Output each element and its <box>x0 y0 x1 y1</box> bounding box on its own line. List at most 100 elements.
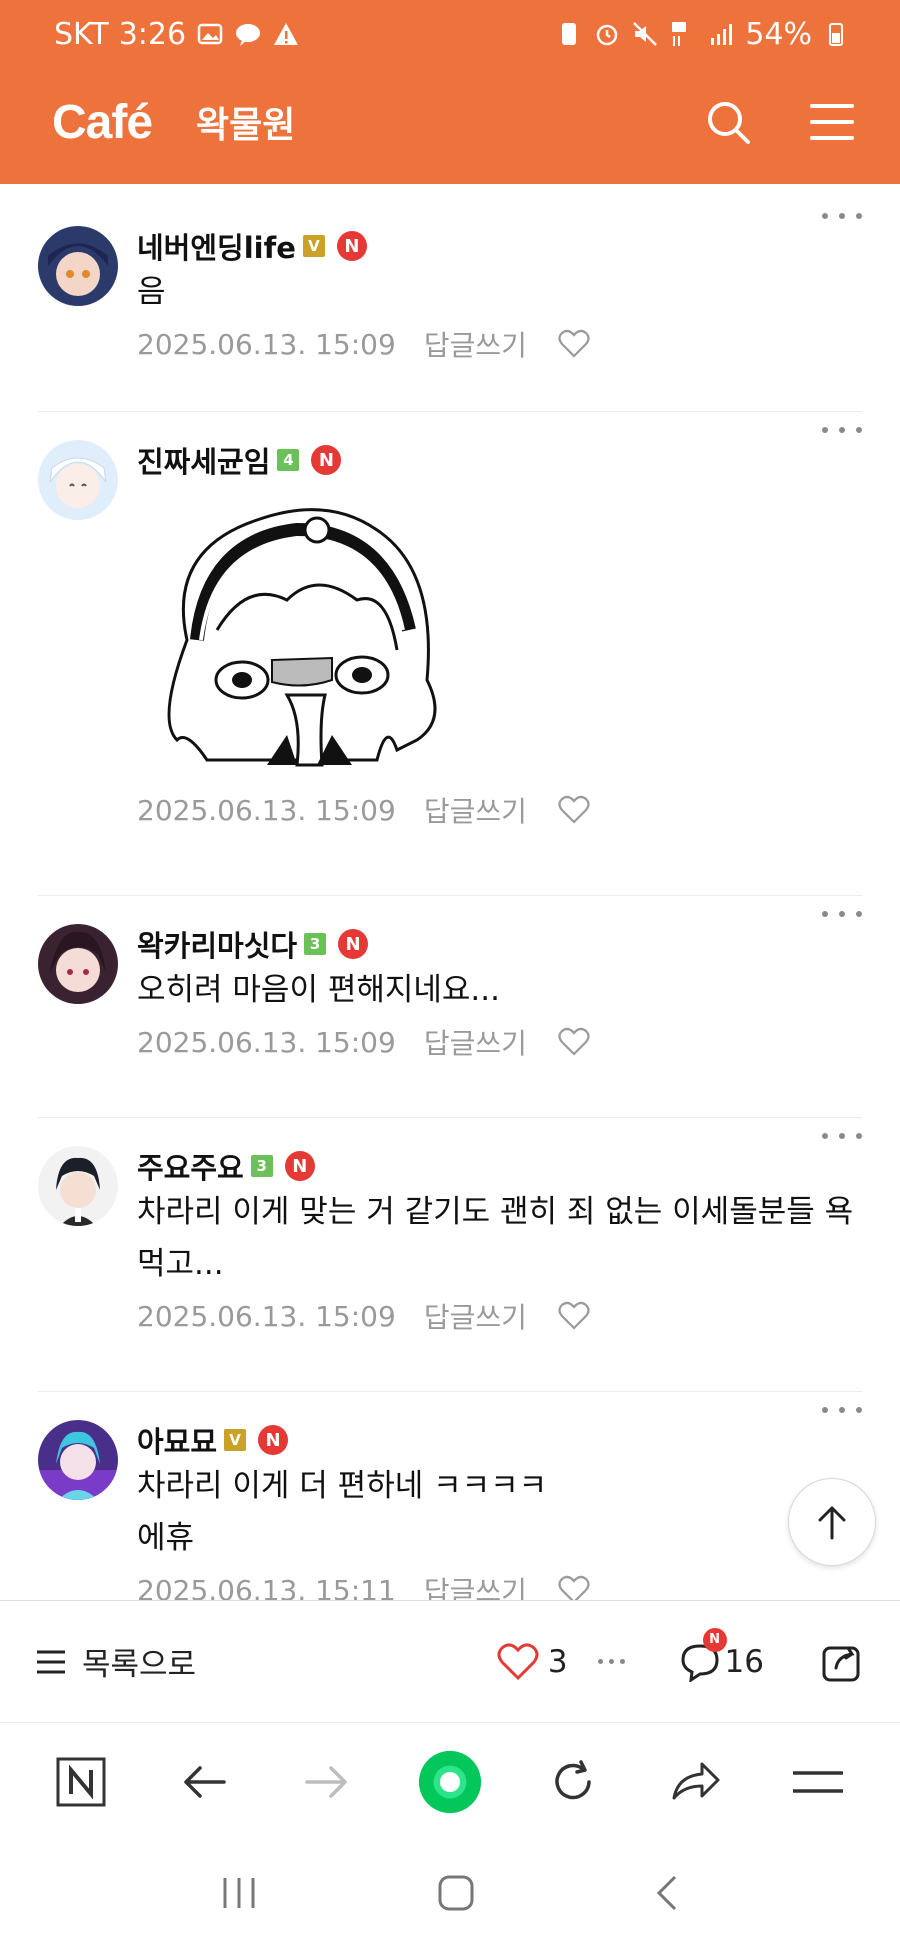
share-button[interactable] <box>820 1640 864 1684</box>
nickname[interactable]: 진짜세균임 <box>137 439 270 481</box>
status-bar: SKT 3:26 54% <box>54 14 850 54</box>
green-dot-button[interactable] <box>418 1750 482 1814</box>
naver-n-icon <box>56 1757 106 1806</box>
back-to-list-button[interactable]: 목록으로 <box>36 1639 196 1684</box>
reply-button[interactable]: 답글쓰기 <box>424 1296 527 1336</box>
comment-count: 16 <box>724 1643 764 1680</box>
gallery-icon <box>197 23 223 45</box>
forward-button[interactable] <box>295 1750 359 1814</box>
like-count: 3 <box>547 1643 568 1680</box>
heart-icon[interactable] <box>557 327 591 361</box>
article-action-bar: 목록으로 3 N 16 <box>0 1600 900 1722</box>
like-button[interactable]: 3 <box>496 1642 568 1682</box>
sticker-image[interactable] <box>147 490 467 780</box>
alarm-icon <box>597 24 618 46</box>
battery-percent: 54% <box>745 16 812 52</box>
avatar[interactable] <box>38 1420 118 1500</box>
nickname[interactable]: 네버엔딩life <box>137 225 296 267</box>
back-button[interactable] <box>172 1750 236 1814</box>
comment-date: 2025.06.13. 15:09 <box>137 327 396 361</box>
menu-lines-icon <box>793 1770 844 1793</box>
back-to-list-label: 목록으로 <box>82 1647 197 1683</box>
browser-toolbar <box>0 1722 900 1840</box>
comment-date: 2025.06.13. 15:11 <box>137 1573 396 1601</box>
carrier: SKT <box>54 16 109 52</box>
share-page-button[interactable] <box>664 1750 728 1814</box>
new-badge: N <box>336 231 367 261</box>
battery-saver-icon <box>562 23 577 45</box>
search-button[interactable] <box>700 94 756 150</box>
heart-icon[interactable] <box>557 1299 591 1333</box>
comment-text: 음 <box>137 274 166 310</box>
level-badge: 3 <box>304 933 327 955</box>
arrow-up-icon <box>818 1506 846 1540</box>
new-badge: N <box>338 929 369 959</box>
system-navigation-bar <box>0 1840 900 1950</box>
more-options-button[interactable] <box>822 1400 862 1420</box>
hamburger-icon <box>810 104 854 140</box>
new-badge: N <box>284 1151 315 1181</box>
comment-text-line-2: 에휴 <box>137 1520 195 1556</box>
reply-button[interactable]: 답글쓰기 <box>424 1570 527 1600</box>
new-comment-badge: N <box>702 1627 727 1652</box>
comment-item: 네버엔딩life V N 음 2025.06.13. 15:09 답글쓰기 <box>38 184 862 412</box>
avatar[interactable] <box>38 440 118 520</box>
comment-item: 아묘묘 V N 차라리 이게 더 편하네 ㅋㅋㅋㅋ 에휴 2025.06.13.… <box>38 1392 862 1600</box>
comment-date: 2025.06.13. 15:09 <box>137 793 396 827</box>
more-options-button[interactable] <box>822 1126 862 1146</box>
level-badge: V <box>302 235 325 257</box>
recent-apps-icon <box>223 1878 255 1908</box>
refresh-button[interactable] <box>541 1750 605 1814</box>
reply-button[interactable]: 답글쓰기 <box>424 324 527 364</box>
search-icon <box>708 102 750 144</box>
heart-icon <box>497 1643 539 1680</box>
new-badge: N <box>311 445 342 475</box>
heart-icon[interactable] <box>557 1025 591 1059</box>
arrow-right-icon <box>305 1765 347 1798</box>
naver-home-button[interactable] <box>49 1750 113 1814</box>
heart-icon[interactable] <box>557 793 591 827</box>
avatar[interactable] <box>38 1146 118 1226</box>
comment-date: 2025.06.13. 15:09 <box>137 1025 396 1059</box>
nickname[interactable]: 아묘묘 <box>137 1419 217 1461</box>
more-options-button[interactable] <box>822 420 862 440</box>
cafe-name[interactable]: 왁물원 <box>196 96 295 148</box>
home-button[interactable] <box>436 1873 476 1917</box>
nickname[interactable]: 왁카리마싯다 <box>137 923 297 965</box>
scroll-to-top-button[interactable] <box>788 1478 876 1566</box>
5g-signal-icon <box>672 22 687 46</box>
menu-button[interactable] <box>804 94 860 150</box>
level-badge: 4 <box>277 449 300 471</box>
likers-more-button[interactable] <box>597 1659 625 1664</box>
reply-button[interactable]: 답글쓰기 <box>424 1022 527 1062</box>
comment-date: 2025.06.13. 15:09 <box>137 1299 396 1333</box>
more-options-button[interactable] <box>822 904 862 924</box>
arrow-left-icon <box>184 1765 227 1798</box>
heart-icon[interactable] <box>557 1573 591 1600</box>
comment-button[interactable]: N 16 <box>679 1627 764 1682</box>
home-icon <box>438 1875 474 1911</box>
avatar[interactable] <box>38 924 118 1004</box>
nickname[interactable]: 주요주요 <box>137 1145 244 1187</box>
recent-apps-button[interactable] <box>219 1874 259 1916</box>
clock: 3:26 <box>118 16 187 52</box>
green-dot-icon <box>418 1750 482 1813</box>
comment-item: 주요주요 3 N 차라리 이게 맞는 거 같기도 괜히 죄 없는 이세돌분들 욕… <box>38 1118 862 1392</box>
comment-text: 오히려 마음이 편해지네요... <box>137 972 500 1008</box>
comment-text: 차라리 이게 맞는 거 같기도 괜히 죄 없는 이세돌분들 욕 먹고... <box>137 1194 854 1282</box>
chevron-left-icon <box>657 1875 677 1911</box>
browser-menu-button[interactable] <box>786 1750 850 1814</box>
more-options-button[interactable] <box>822 206 862 226</box>
reply-button[interactable]: 답글쓰기 <box>424 790 527 830</box>
cafe-logo[interactable]: Café <box>52 95 153 150</box>
comment-text: 차라리 이게 더 편하네 ㅋㅋㅋㅋ <box>137 1468 548 1504</box>
list-icon <box>37 1650 65 1673</box>
share-icon <box>822 1646 860 1681</box>
app-header: Café 왁물원 <box>52 92 860 152</box>
avatar[interactable] <box>38 226 118 306</box>
system-back-button[interactable] <box>653 1873 681 1917</box>
refresh-icon <box>555 1759 591 1799</box>
comment-list: 네버엔딩life V N 음 2025.06.13. 15:09 답글쓰기 진짜… <box>0 184 900 1600</box>
new-badge: N <box>258 1425 289 1455</box>
kakaotalk-icon <box>236 24 261 46</box>
